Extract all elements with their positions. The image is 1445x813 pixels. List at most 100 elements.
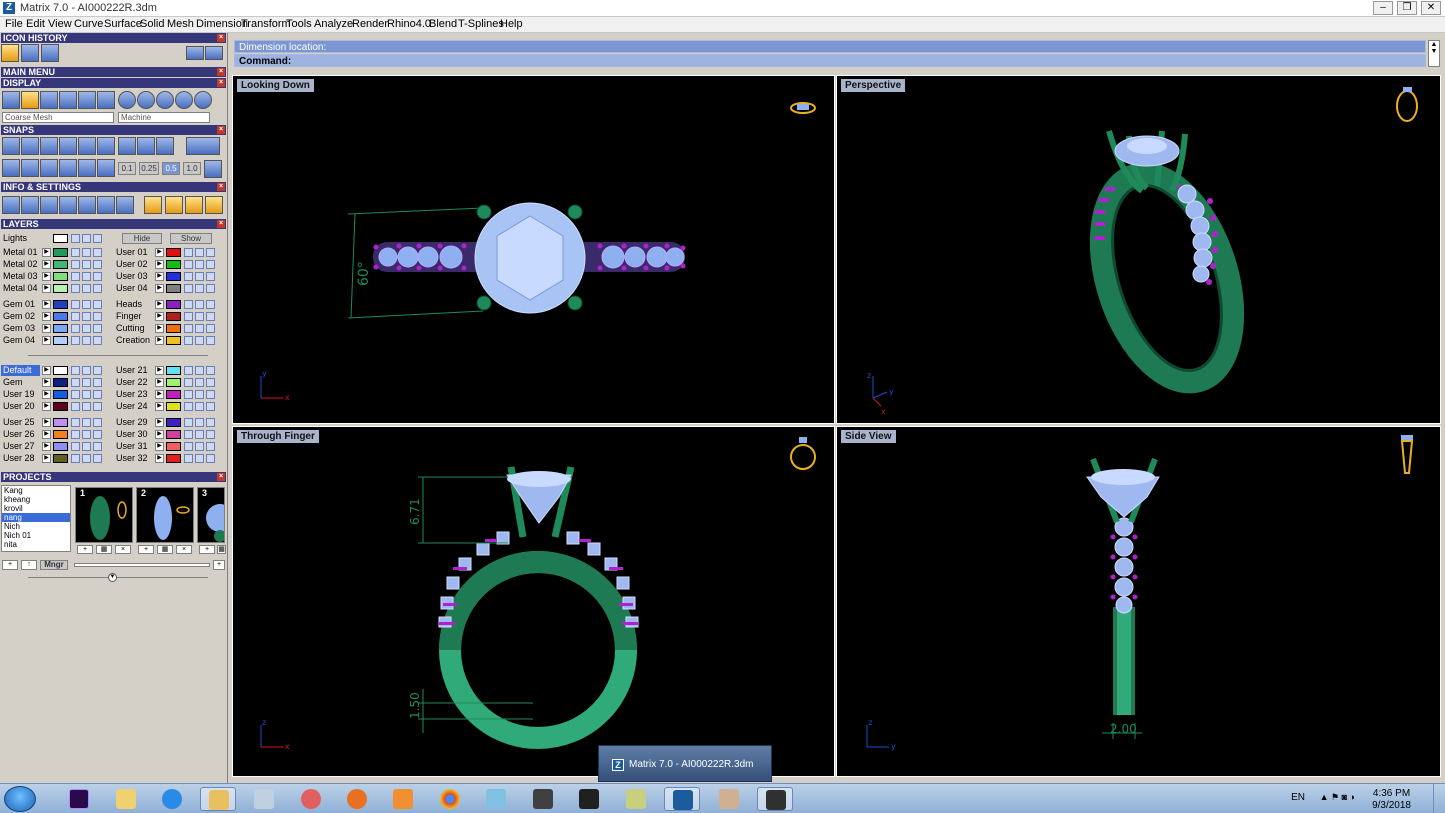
visibility-icon[interactable] (82, 248, 91, 257)
lock-icon[interactable] (71, 442, 80, 451)
snap-grid-settings-icon[interactable] (204, 160, 222, 178)
layer-row[interactable]: User 01 ▶ (114, 247, 224, 258)
gem-icon[interactable] (116, 196, 134, 214)
expand-arrow-icon[interactable]: ▶ (42, 324, 51, 333)
layer-row[interactable]: User 04 ▶ (114, 283, 224, 294)
layer-color-swatch[interactable] (53, 312, 68, 321)
layer-row[interactable]: Gem 04 ▶ (1, 335, 111, 346)
select-icon[interactable] (206, 390, 215, 399)
shaded-icon[interactable] (21, 91, 39, 109)
expand-arrow-icon[interactable]: ▶ (155, 248, 164, 257)
thumbnail-scrollbar[interactable] (74, 563, 210, 567)
internet-explorer-icon[interactable] (154, 787, 190, 811)
visibility-icon[interactable] (82, 418, 91, 427)
layer-color-swatch[interactable] (53, 378, 68, 387)
select-icon[interactable] (206, 454, 215, 463)
command-scrollbar[interactable]: ▲ ▼ (1428, 40, 1440, 67)
project-thumbnail-2[interactable]: 2 (136, 487, 194, 543)
metal-ball-2-icon[interactable] (137, 91, 155, 109)
visibility-icon[interactable] (82, 272, 91, 281)
layer-row[interactable]: User 29 ▶ (114, 417, 224, 428)
select-icon[interactable] (93, 402, 102, 411)
select-icon[interactable] (93, 300, 102, 309)
expand-arrow-icon[interactable]: ▶ (42, 248, 51, 257)
expand-arrow-icon[interactable]: ▶ (42, 272, 51, 281)
layer-color-swatch[interactable] (166, 402, 181, 411)
visibility-icon[interactable] (82, 402, 91, 411)
layer-row[interactable]: User 02 ▶ (114, 259, 224, 270)
grid-icon[interactable]: ▦ (157, 545, 173, 554)
select-icon[interactable] (206, 430, 215, 439)
layer-row[interactable]: Metal 03 ▶ (1, 271, 111, 282)
project-item[interactable]: Nich (2, 522, 70, 531)
project-thumbnail-1[interactable]: 1 (75, 487, 133, 543)
lock-icon[interactable] (184, 454, 193, 463)
close-button[interactable]: ✕ (1421, 1, 1441, 15)
lock-icon[interactable] (71, 418, 80, 427)
layer-row[interactable]: User 03 ▶ (114, 271, 224, 282)
forward-arrow-icon[interactable] (205, 46, 223, 60)
expand-arrow-icon[interactable]: ▶ (42, 300, 51, 309)
viewport-side-view[interactable]: 2.00 z y Side View (836, 426, 1441, 777)
visibility-icon[interactable] (82, 324, 91, 333)
viewport-looking-down[interactable]: 60° y x Looking Down (232, 75, 835, 424)
select-icon[interactable] (206, 312, 215, 321)
select-icon[interactable] (93, 312, 102, 321)
close-icon[interactable]: × (217, 220, 225, 228)
command-input[interactable]: Command: (234, 54, 1426, 67)
menu-transform[interactable]: Transform (241, 18, 291, 30)
layer-row[interactable]: User 22 ▶ (114, 377, 224, 388)
visibility-icon[interactable] (195, 272, 204, 281)
lock-icon[interactable] (184, 442, 193, 451)
restore-button[interactable]: ❐ (1397, 1, 1417, 15)
metal-ball-1-icon[interactable] (118, 91, 136, 109)
visibility-icon[interactable] (195, 284, 204, 293)
layer-color-swatch[interactable] (166, 442, 181, 451)
paint-icon[interactable] (711, 787, 747, 811)
layer-color-swatch[interactable] (166, 324, 181, 333)
visibility-icon[interactable] (195, 442, 204, 451)
snap-toggle-icon[interactable] (186, 137, 220, 155)
lock-icon[interactable] (184, 300, 193, 309)
lock-icon[interactable] (71, 366, 80, 375)
wireframe-icon[interactable] (2, 91, 20, 109)
layer-color-swatch[interactable] (166, 454, 181, 463)
visibility-icon[interactable] (195, 260, 204, 269)
menu-blend[interactable]: Blend (429, 18, 457, 30)
menu-file[interactable]: File (5, 18, 23, 30)
layer-color-swatch[interactable] (166, 300, 181, 309)
close-icon[interactable]: × (217, 79, 225, 87)
layer-color-swatch[interactable] (53, 234, 68, 243)
layer-row[interactable]: User 19 ▶ (1, 389, 111, 400)
expand-arrow-icon[interactable]: ▶ (155, 300, 164, 309)
visibility-icon[interactable] (195, 402, 204, 411)
project-item[interactable]: krovil (2, 504, 70, 513)
visibility-icon[interactable] (82, 284, 91, 293)
visibility-icon[interactable] (195, 336, 204, 345)
layer-color-swatch[interactable] (53, 260, 68, 269)
layer-color-swatch[interactable] (53, 336, 68, 345)
layer-row[interactable]: User 24 ▶ (114, 401, 224, 412)
layer-color-swatch[interactable] (166, 248, 181, 257)
layer-row[interactable]: Finger ▶ (114, 311, 224, 322)
expand-arrow-icon[interactable]: ▶ (42, 378, 51, 387)
lock-icon[interactable] (71, 312, 80, 321)
select-icon[interactable] (206, 272, 215, 281)
expand-arrow-icon[interactable]: ▶ (42, 260, 51, 269)
lock-icon[interactable] (71, 234, 80, 243)
visibility-icon[interactable] (195, 300, 204, 309)
snap-value-0-5[interactable]: 0.5 (162, 162, 180, 175)
menu-surface[interactable]: Surface (104, 18, 142, 30)
layer-color-swatch[interactable] (53, 454, 68, 463)
lock-icon[interactable] (184, 272, 193, 281)
lock-icon[interactable] (71, 336, 80, 345)
cube-icon[interactable] (59, 196, 77, 214)
layer-row[interactable]: User 21 ▶ (114, 365, 224, 376)
select-icon[interactable] (93, 336, 102, 345)
select-icon[interactable] (93, 324, 102, 333)
layer-row[interactable]: User 23 ▶ (114, 389, 224, 400)
layer-row[interactable]: User 25 ▶ (1, 417, 111, 428)
select-icon[interactable] (206, 336, 215, 345)
menu-tools[interactable]: Tools (286, 18, 312, 30)
expand-arrow-icon[interactable]: ▶ (155, 378, 164, 387)
